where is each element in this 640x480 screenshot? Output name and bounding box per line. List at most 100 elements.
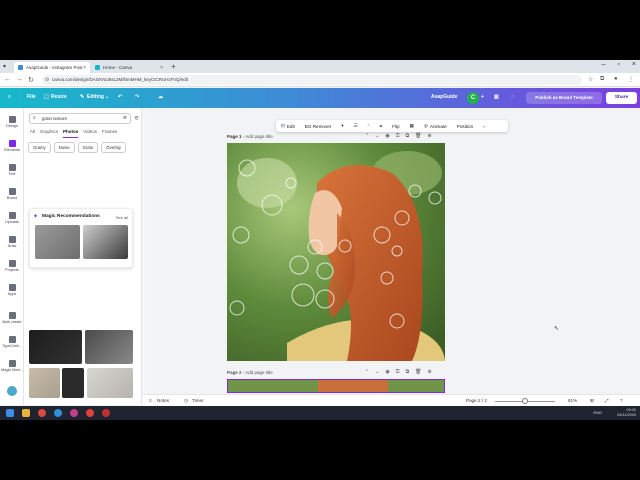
browser-tab[interactable]: Home - Canva × bbox=[91, 62, 167, 73]
move-up-icon[interactable]: ⌃ bbox=[365, 369, 369, 375]
page-2-canvas[interactable] bbox=[227, 379, 445, 393]
photo-thumbnail[interactable] bbox=[87, 368, 133, 398]
chip-overlay[interactable]: Overlay bbox=[101, 142, 126, 153]
publish-brand-template-button[interactable]: Publish as Brand Template bbox=[526, 92, 602, 104]
rail-item-text[interactable]: Text bbox=[0, 164, 24, 176]
app-icon[interactable] bbox=[70, 409, 78, 417]
rail-item-projects[interactable]: Projects bbox=[0, 260, 24, 272]
chevron-down-icon[interactable]: ⌄ bbox=[105, 94, 109, 100]
grid-view-icon[interactable]: ⊞ bbox=[590, 398, 594, 404]
fullscreen-icon[interactable]: ⤢ bbox=[605, 398, 609, 403]
flip-button[interactable]: Flip bbox=[392, 124, 399, 129]
page-indicator[interactable]: Page 2 / 2 bbox=[466, 398, 487, 403]
transparency-icon[interactable]: ▦ bbox=[410, 123, 414, 129]
rail-item-brand[interactable]: Brand bbox=[0, 188, 24, 200]
team-name[interactable]: AsapGuide bbox=[431, 94, 457, 100]
reload-icon[interactable]: ↻ bbox=[28, 76, 34, 84]
extensions-icon[interactable]: ⧉ bbox=[600, 76, 604, 83]
browser-menu-icon[interactable]: ⋮ bbox=[628, 76, 634, 83]
bookmark-star-icon[interactable]: ☆ bbox=[588, 76, 593, 83]
edit-button[interactable]: Edit bbox=[287, 124, 295, 129]
filter-icon[interactable]: ⚟ bbox=[134, 115, 139, 122]
duplicate-page-icon[interactable]: ⧉ bbox=[406, 133, 410, 139]
close-icon[interactable]: × bbox=[160, 65, 163, 71]
rail-item-magic-media[interactable]: Magic Med... bbox=[0, 360, 24, 372]
help-icon[interactable]: ? bbox=[620, 398, 623, 403]
avatar[interactable]: C bbox=[467, 92, 479, 104]
zoom-slider-handle[interactable] bbox=[522, 398, 528, 404]
hide-page-icon[interactable]: ◉ bbox=[385, 369, 389, 375]
file-menu[interactable]: File bbox=[27, 94, 36, 100]
tab-graphics[interactable]: Graphics bbox=[40, 129, 58, 138]
url-input[interactable]: ⊙ canva.com/design/DAGKNU5sL2M/l0mMHM_ke… bbox=[42, 75, 582, 85]
tab-videos[interactable]: Videos bbox=[83, 129, 97, 138]
undo-icon[interactable]: ↶ bbox=[118, 94, 122, 100]
editing-mode-button[interactable]: Editing bbox=[87, 94, 104, 100]
page-title-input[interactable]: Add page title bbox=[245, 370, 273, 375]
photo-thumbnail[interactable] bbox=[35, 225, 80, 259]
photo-thumbnail[interactable] bbox=[62, 368, 84, 398]
border-style-icon[interactable]: ☰ bbox=[354, 123, 358, 129]
panel-scrollbar[interactable] bbox=[142, 108, 148, 405]
position-button[interactable]: Position bbox=[457, 124, 473, 129]
zoom-level[interactable]: 61% bbox=[568, 398, 577, 403]
forward-icon[interactable]: → bbox=[16, 76, 23, 83]
profile-icon[interactable]: ● bbox=[614, 76, 618, 82]
chip-grain[interactable]: Grain bbox=[77, 142, 99, 153]
minimize-icon[interactable]: – bbox=[602, 61, 606, 68]
redo-icon[interactable]: ↷ bbox=[135, 94, 139, 100]
add-page-icon[interactable]: ⊕ bbox=[428, 133, 432, 139]
comments-icon[interactable]: ◌ bbox=[511, 94, 514, 100]
rail-item-design[interactable]: Design bbox=[0, 116, 24, 128]
photo-thumbnail[interactable] bbox=[85, 330, 133, 364]
photo-girl-bubbles-2[interactable] bbox=[228, 380, 445, 393]
chip-noise[interactable]: Noise bbox=[53, 142, 75, 153]
photo-thumbnail[interactable] bbox=[29, 330, 82, 364]
close-icon[interactable]: × bbox=[83, 65, 86, 71]
photo-thumbnail[interactable] bbox=[29, 368, 60, 398]
move-down-icon[interactable]: ⌄ bbox=[375, 133, 379, 139]
rail-item-elements[interactable]: Elements bbox=[0, 140, 24, 152]
browser-tab-active[interactable]: AsapGuide - Instagram Post × bbox=[14, 62, 90, 73]
cloud-save-icon[interactable]: ☁ bbox=[158, 94, 163, 100]
edge-icon[interactable] bbox=[54, 409, 62, 417]
rail-item-typecraft[interactable]: TypeCraft... bbox=[0, 336, 24, 348]
animate-button[interactable]: Animate bbox=[430, 124, 447, 129]
page-title-input[interactable]: Add page title bbox=[245, 134, 273, 139]
delete-page-icon[interactable]: 🗑 bbox=[415, 369, 421, 375]
analytics-icon[interactable]: ▥ bbox=[494, 94, 499, 100]
photo-thumbnail[interactable] bbox=[83, 225, 128, 259]
rail-item-draw[interactable]: Draw bbox=[0, 236, 24, 248]
share-button[interactable]: Share bbox=[606, 92, 637, 104]
delete-page-icon[interactable]: 🗑 bbox=[415, 133, 421, 139]
rail-item-bulk-create[interactable]: Bulk create bbox=[0, 312, 24, 324]
tab-list-icon[interactable]: ▾ bbox=[3, 63, 6, 70]
corner-rounding-icon[interactable]: ◜ bbox=[368, 123, 370, 129]
crop-icon[interactable]: ⌗ bbox=[380, 124, 383, 129]
close-window-icon[interactable]: × bbox=[632, 61, 636, 68]
photo-girl-bubbles[interactable] bbox=[227, 143, 445, 361]
lock-icon[interactable]: ⚿ bbox=[396, 133, 400, 139]
timer-button[interactable]: Timer bbox=[192, 398, 204, 403]
clear-search-icon[interactable]: ⊗ bbox=[123, 114, 127, 123]
rail-item-apps[interactable]: Apps bbox=[0, 284, 24, 296]
lock-icon[interactable]: ⚿ bbox=[396, 369, 400, 375]
clock[interactable]: 09:42 04/11/2024 bbox=[617, 408, 636, 418]
new-tab-icon[interactable]: + bbox=[171, 62, 176, 71]
windows-start-icon[interactable] bbox=[6, 409, 14, 417]
search-input[interactable]: ⌕ grain texture ⊗ bbox=[29, 113, 131, 124]
notes-button[interactable]: Notes bbox=[157, 398, 169, 403]
language-indicator[interactable]: ENG bbox=[593, 410, 602, 415]
chip-grainy[interactable]: Grainy bbox=[28, 142, 51, 153]
move-down-icon[interactable]: ⌄ bbox=[375, 369, 379, 375]
file-explorer-icon[interactable] bbox=[22, 409, 30, 417]
add-collaborator-icon[interactable]: + bbox=[481, 94, 484, 100]
page-1-canvas[interactable] bbox=[227, 143, 445, 361]
see-all-link[interactable]: See all bbox=[116, 215, 128, 220]
resize-button[interactable]: Resize bbox=[51, 94, 67, 100]
rail-item-uploads[interactable]: Uploads bbox=[0, 212, 24, 224]
tab-frames[interactable]: Frames bbox=[102, 129, 117, 138]
duplicate-page-icon[interactable]: ⧉ bbox=[406, 369, 410, 375]
chevron-down-icon[interactable]: ▾ bbox=[341, 123, 343, 129]
add-page-icon[interactable]: ⊕ bbox=[428, 369, 432, 375]
